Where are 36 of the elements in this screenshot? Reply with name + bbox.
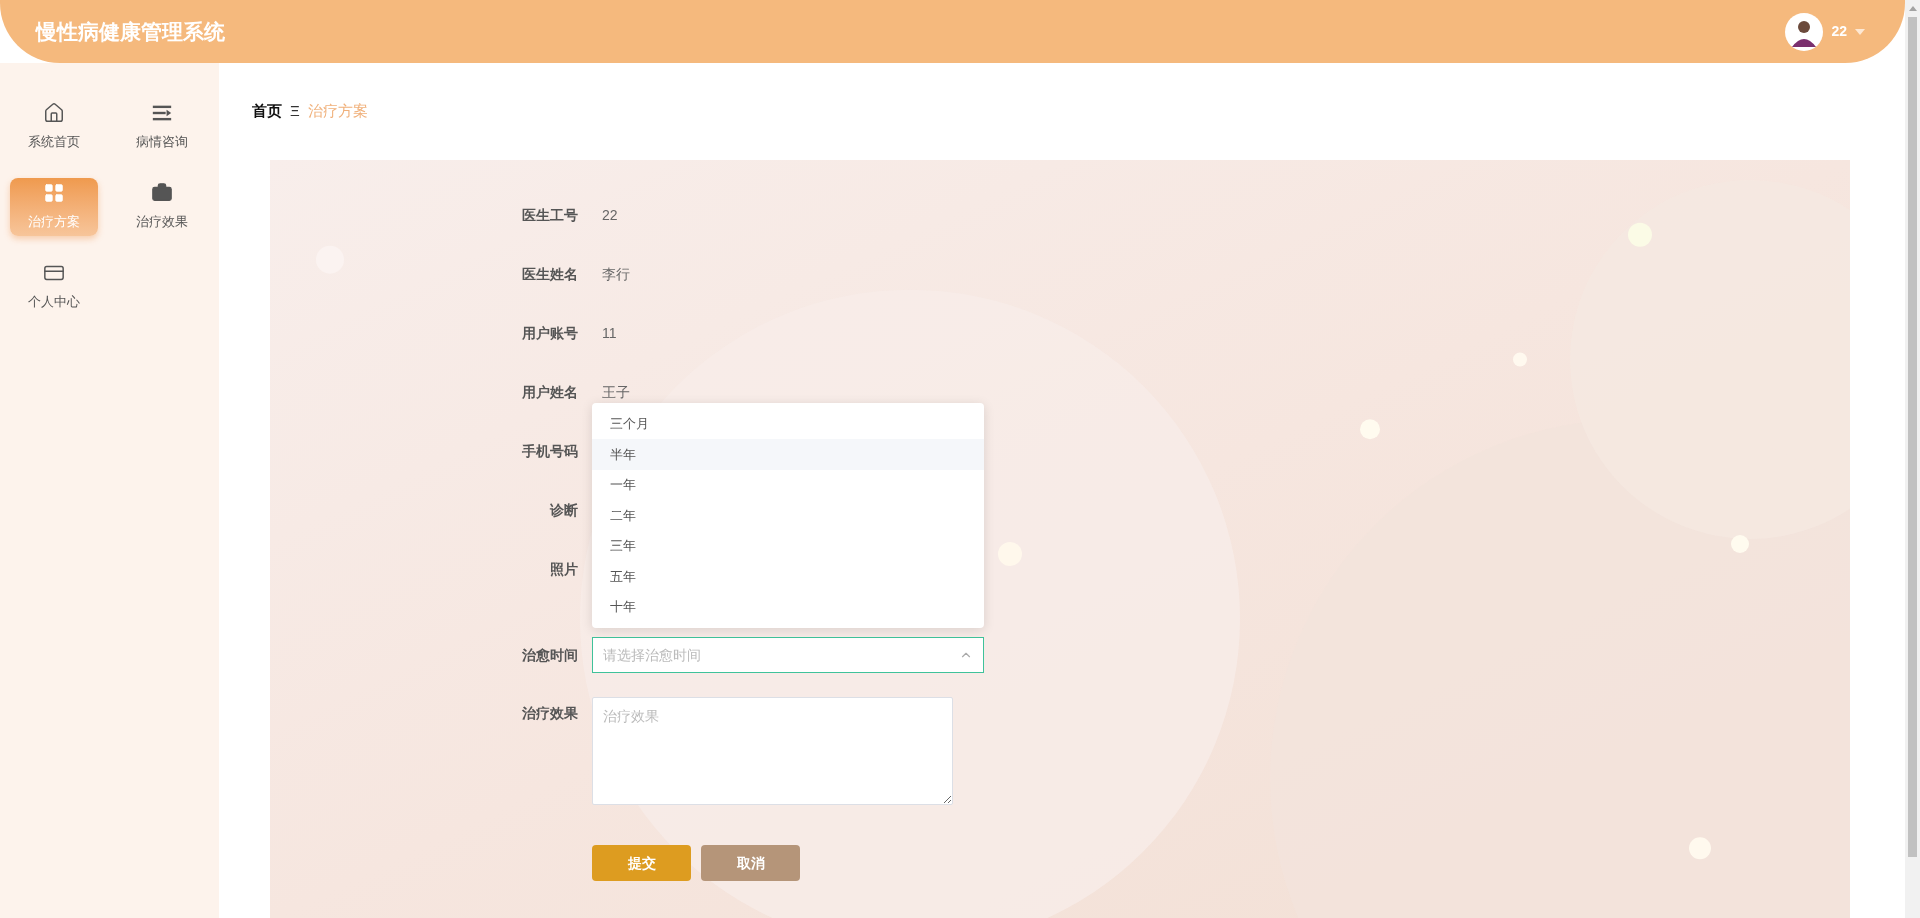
sidebar-item[interactable]: 病情咨询: [118, 98, 206, 156]
field-label: 手机号码: [521, 441, 579, 461]
dropdown-option[interactable]: 一年: [592, 469, 984, 500]
dropdown-option[interactable]: 三个月: [592, 408, 984, 439]
scrollbar-thumb[interactable]: [1908, 17, 1917, 857]
home-icon: [43, 102, 65, 125]
breadcrumb-current: 治疗方案: [307, 101, 368, 122]
field-label: 用户账号: [521, 323, 579, 343]
field-label: 医生工号: [521, 205, 579, 225]
app-title: 慢性病健康管理系统: [36, 18, 225, 45]
field-value: 22: [601, 205, 618, 225]
field-label: 用户姓名: [521, 382, 579, 402]
scroll-up-icon[interactable]: [1908, 6, 1917, 11]
dropdown-option[interactable]: 二年: [592, 500, 984, 531]
sidebar-item[interactable]: 系统首页: [10, 98, 98, 156]
field-label: 治愈时间: [521, 645, 579, 665]
dropdown-option[interactable]: 半年: [592, 439, 984, 470]
field-label: 治疗效果: [521, 704, 579, 723]
dropdown-option[interactable]: 十年: [592, 591, 984, 622]
field-value: 李行: [601, 264, 630, 284]
breadcrumb-home[interactable]: 首页: [252, 100, 282, 123]
breadcrumb-separator: Ξ: [290, 101, 300, 122]
field-value: 11: [601, 323, 617, 343]
field-label: 诊断: [548, 500, 579, 520]
scrollbar[interactable]: [1905, 0, 1920, 918]
dropdown-option[interactable]: 三年: [592, 530, 984, 561]
sidebar-item[interactable]: 治疗效果: [118, 178, 206, 236]
field-label: 医生姓名: [521, 264, 579, 284]
dropdown-option[interactable]: 五年: [592, 561, 984, 592]
textarea-field[interactable]: 治疗效果: [592, 697, 953, 805]
field-label: 照片: [549, 559, 579, 579]
field-value: 王子: [601, 382, 630, 402]
grid-icon: [43, 182, 65, 205]
avatar[interactable]: [1785, 12, 1824, 51]
caret-icon[interactable]: [1855, 28, 1865, 35]
sidebar-item[interactable]: 个人中心: [10, 258, 98, 316]
